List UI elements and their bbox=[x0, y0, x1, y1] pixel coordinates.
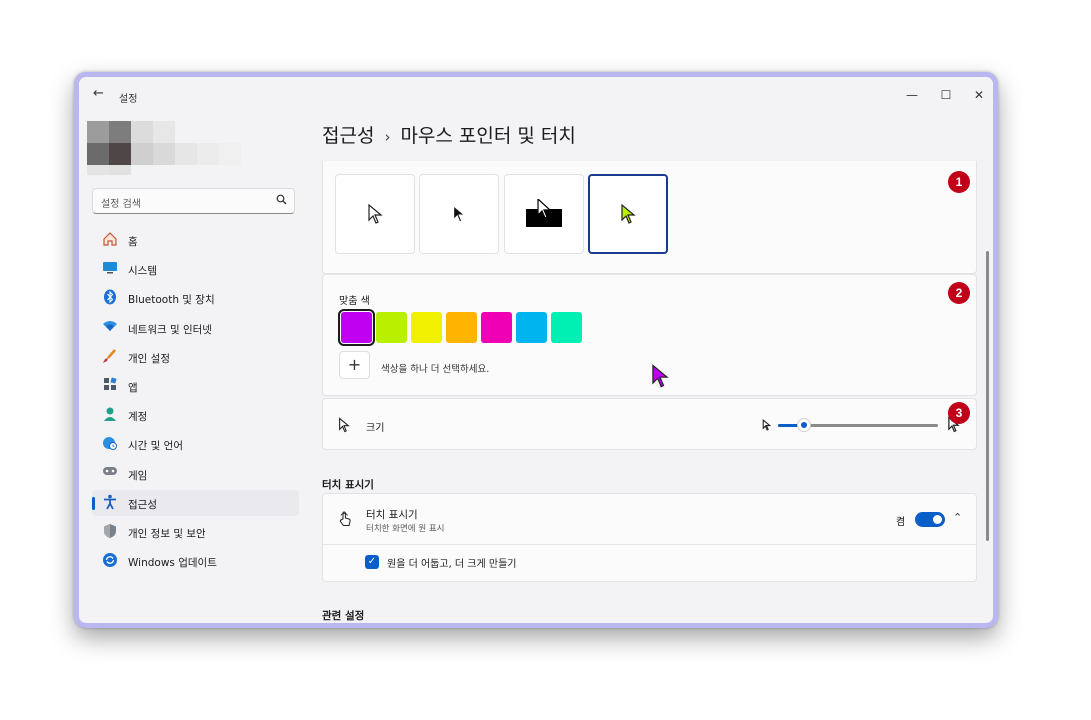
main-content: 접근성 › 마우스 포인터 및 터치 1 맞춤 색 + 색상을 하나 더 선택하… bbox=[309, 111, 993, 623]
toggle-state-label: 켬 bbox=[896, 517, 906, 528]
sidebar-item-label: 시스템 bbox=[128, 265, 157, 278]
sidebar-item-label: 홈 bbox=[128, 236, 138, 248]
sidebar-item-network[interactable]: 네트워크 및 인터넷 bbox=[92, 315, 299, 341]
darker-larger-checkbox[interactable]: ✓ bbox=[365, 555, 379, 569]
annotation-badge-1: 1 bbox=[948, 171, 970, 193]
small-cursor-icon bbox=[762, 419, 771, 431]
pointer-style-inverted[interactable] bbox=[504, 174, 584, 254]
annotation-badge-2: 2 bbox=[948, 282, 970, 304]
globe-clock-icon bbox=[101, 435, 119, 453]
add-color-hint: 색상을 하나 더 선택하세요. bbox=[381, 364, 490, 375]
color-swatch-pink[interactable] bbox=[481, 312, 512, 343]
black-cursor-icon bbox=[453, 205, 466, 223]
touch-indicator-title: 터치 표시기 bbox=[366, 509, 418, 521]
back-arrow-icon[interactable]: ← bbox=[93, 87, 107, 101]
sidebar-item-accessibility[interactable]: 접근성 bbox=[92, 489, 299, 516]
touch-indicator-toggle[interactable] bbox=[915, 512, 945, 527]
breadcrumb-parent[interactable]: 접근성 bbox=[322, 125, 374, 147]
apps-icon bbox=[101, 377, 119, 395]
wifi-icon bbox=[101, 319, 119, 337]
touch-indicator-subtitle: 터치한 화면에 원 표시 bbox=[366, 524, 445, 534]
touch-section-heading: 터치 표시기 bbox=[322, 479, 374, 491]
person-icon bbox=[101, 406, 119, 424]
pointer-style-custom[interactable] bbox=[588, 174, 668, 254]
scrollbar[interactable] bbox=[986, 251, 989, 541]
sidebar-item-label: 게임 bbox=[128, 469, 148, 482]
color-swatch-orange[interactable] bbox=[446, 312, 477, 343]
color-swatch-sky[interactable] bbox=[516, 312, 547, 343]
related-settings-heading: 관련 설정 bbox=[322, 610, 365, 622]
title-bar: ← 설정 — ☐ ✕ bbox=[79, 77, 993, 111]
custom-color-card: 맞춤 색 + 색상을 하나 더 선택하세요. 2 bbox=[322, 274, 977, 396]
color-swatch-purple[interactable] bbox=[338, 309, 375, 346]
monitor-icon bbox=[101, 260, 119, 278]
search-input[interactable]: 설정 검색 bbox=[92, 188, 295, 214]
darker-larger-label: 원을 더 어둡고, 더 크게 만들기 bbox=[387, 559, 517, 570]
sidebar-item-label: 접근성 bbox=[128, 498, 157, 511]
update-icon bbox=[101, 552, 119, 570]
color-swatch-lime[interactable] bbox=[376, 312, 407, 343]
pointer-style-card: 1 bbox=[322, 161, 977, 274]
sidebar-item-label: 네트워크 및 인터넷 bbox=[128, 323, 212, 336]
sidebar-item-label: Windows 업데이트 bbox=[128, 557, 217, 570]
size-card: 크기 3 bbox=[322, 398, 977, 450]
sidebar-item-label: 개인 정보 및 보안 bbox=[128, 527, 206, 540]
sidebar: 설정 검색 홈 시스템 Bluetooth 및 장치 네트워크 및 인터넷 개인… bbox=[79, 111, 309, 623]
minimize-button[interactable]: — bbox=[901, 85, 923, 105]
settings-window: ← 설정 — ☐ ✕ 설정 검색 홈 시스템 Bluetooth 및 장치 네트… bbox=[74, 72, 998, 628]
sidebar-item-label: 앱 bbox=[128, 381, 138, 394]
avatar bbox=[87, 121, 247, 181]
app-title: 설정 bbox=[119, 94, 138, 105]
home-icon bbox=[101, 231, 119, 249]
sidebar-item-system[interactable]: 시스템 bbox=[92, 256, 299, 282]
search-placeholder: 설정 검색 bbox=[101, 199, 141, 210]
bluetooth-icon bbox=[101, 289, 119, 307]
maximize-button[interactable]: ☐ bbox=[935, 85, 957, 105]
inverted-cursor-icon bbox=[526, 199, 562, 227]
sidebar-item-time-language[interactable]: 시간 및 언어 bbox=[92, 431, 299, 457]
shield-icon bbox=[101, 523, 119, 541]
sidebar-item-windows-update[interactable]: Windows 업데이트 bbox=[92, 548, 299, 574]
mouse-pointer-icon bbox=[652, 364, 669, 388]
sidebar-nav: 홈 시스템 Bluetooth 및 장치 네트워크 및 인터넷 개인 설정 앱 … bbox=[92, 227, 299, 577]
sidebar-item-home[interactable]: 홈 bbox=[92, 227, 299, 253]
search-icon[interactable] bbox=[276, 194, 287, 208]
brush-icon bbox=[101, 348, 119, 366]
breadcrumb: 접근성 › 마우스 포인터 및 터치 bbox=[322, 121, 576, 148]
gamepad-icon bbox=[101, 465, 119, 483]
add-color-button[interactable]: + bbox=[339, 351, 370, 379]
touch-indicator-card: 터치 표시기 터치한 화면에 원 표시 켬 ⌃ ✓ 원을 더 어둡고, 더 크게… bbox=[322, 493, 977, 582]
active-indicator bbox=[92, 496, 95, 510]
sidebar-item-accounts[interactable]: 계정 bbox=[92, 402, 299, 428]
pointer-style-black[interactable] bbox=[419, 174, 499, 254]
sidebar-item-privacy[interactable]: 개인 정보 및 보안 bbox=[92, 519, 299, 545]
sidebar-item-personalization[interactable]: 개인 설정 bbox=[92, 344, 299, 370]
size-cursor-icon bbox=[339, 417, 350, 433]
touch-hand-icon bbox=[339, 511, 351, 526]
annotation-badge-3: 3 bbox=[948, 402, 970, 424]
size-label: 크기 bbox=[366, 423, 385, 434]
sidebar-item-label: 계정 bbox=[128, 411, 148, 424]
sidebar-item-bluetooth[interactable]: Bluetooth 및 장치 bbox=[92, 285, 299, 311]
custom-color-cursor-icon bbox=[621, 203, 636, 224]
chevron-up-icon[interactable]: ⌃ bbox=[953, 511, 962, 524]
sidebar-item-label: 개인 설정 bbox=[128, 352, 170, 365]
page-title: 마우스 포인터 및 터치 bbox=[400, 125, 576, 147]
size-slider-thumb[interactable] bbox=[797, 418, 811, 432]
white-cursor-icon bbox=[368, 203, 383, 224]
breadcrumb-separator: › bbox=[384, 128, 391, 146]
sidebar-item-label: 시간 및 언어 bbox=[128, 440, 183, 453]
color-swatch-yellow[interactable] bbox=[411, 312, 442, 343]
pointer-style-white[interactable] bbox=[335, 174, 415, 254]
sidebar-item-gaming[interactable]: 게임 bbox=[92, 461, 299, 487]
accessibility-icon bbox=[101, 494, 119, 512]
sidebar-item-label: Bluetooth 및 장치 bbox=[128, 294, 215, 307]
touch-indicator-row[interactable]: 터치 표시기 터치한 화면에 원 표시 켬 ⌃ bbox=[323, 494, 976, 545]
color-swatch-mint[interactable] bbox=[551, 312, 582, 343]
close-button[interactable]: ✕ bbox=[968, 85, 990, 105]
sidebar-item-apps[interactable]: 앱 bbox=[92, 373, 299, 399]
custom-color-label: 맞춤 색 bbox=[339, 296, 370, 307]
